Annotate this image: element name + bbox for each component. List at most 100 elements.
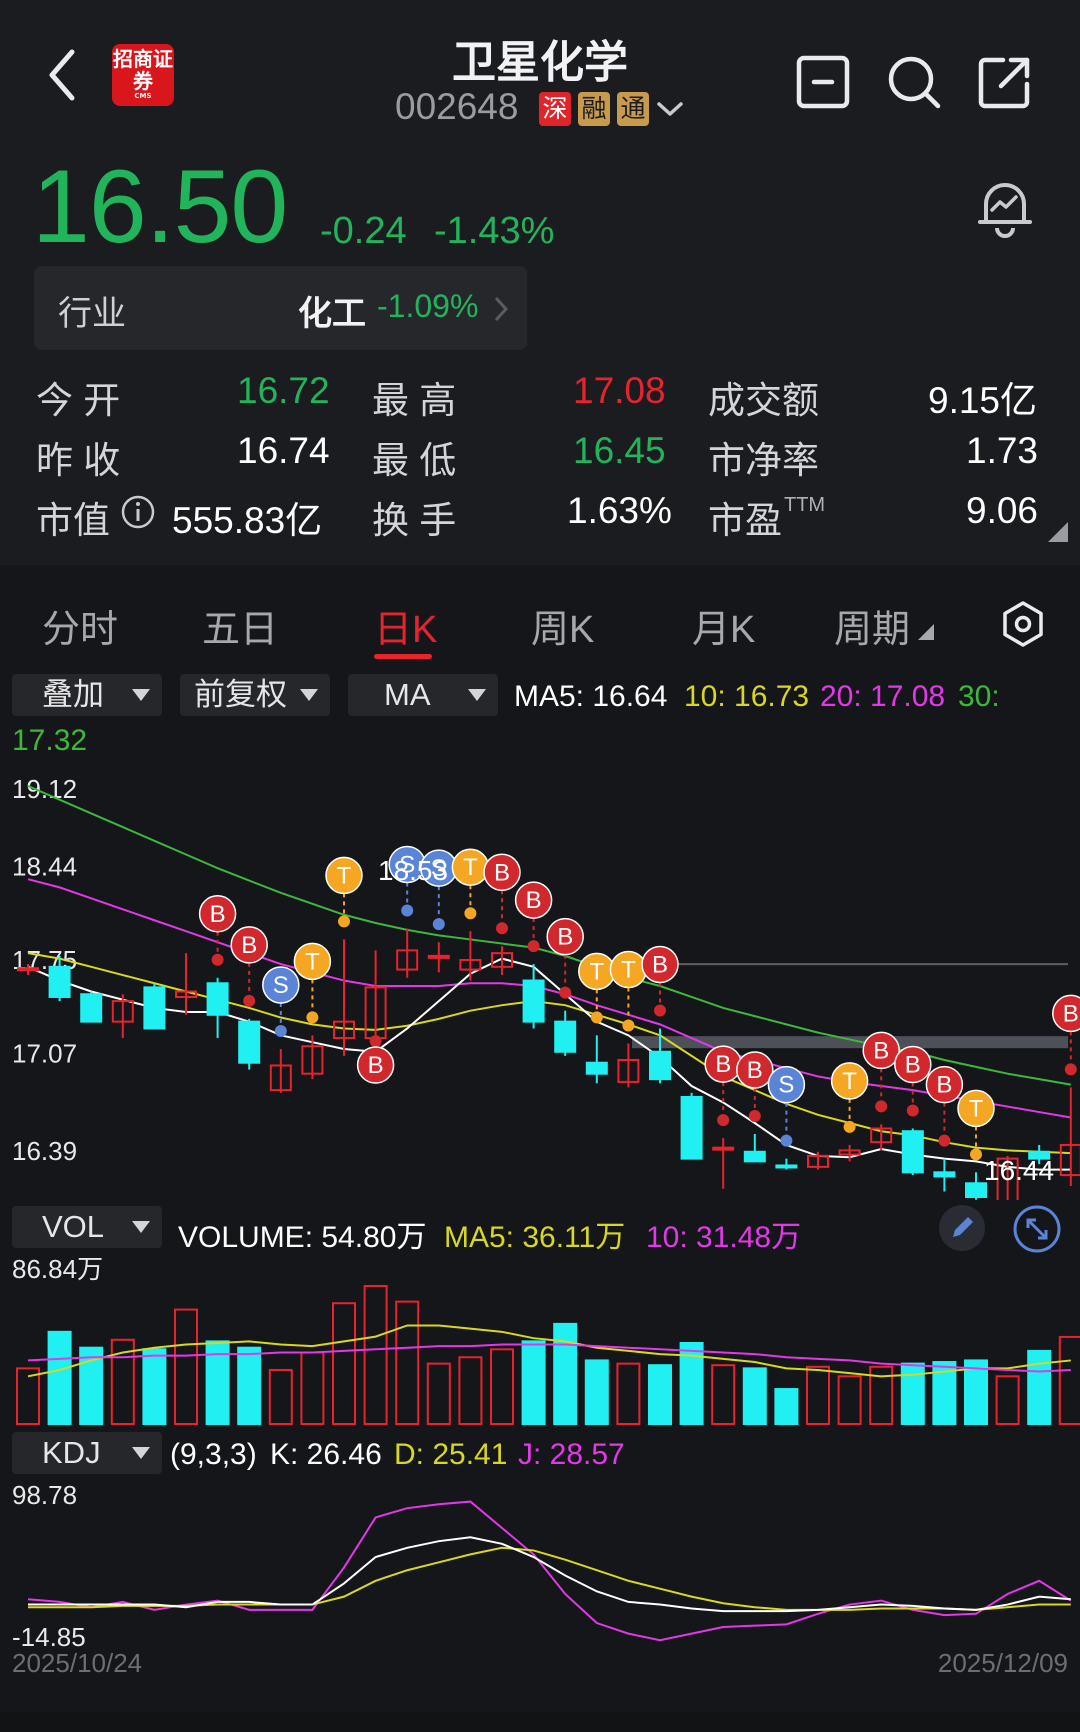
tab-intraday[interactable]: 分时 <box>42 598 118 653</box>
candle-body <box>775 1164 798 1169</box>
industry-row[interactable]: 行业 化工 -1.09% <box>34 266 527 350</box>
caret-down-icon <box>468 689 486 701</box>
signal-dot <box>843 1120 856 1133</box>
industry-label: 行业 <box>58 295 126 333</box>
volume-bar <box>174 1308 198 1425</box>
candle-body <box>965 1182 987 1198</box>
signal-dot <box>306 1011 319 1024</box>
signal-dot <box>590 1011 603 1024</box>
expand-icon[interactable] <box>1012 1204 1062 1254</box>
signal-dot <box>717 1114 730 1127</box>
y-tick-label: 19.12 <box>12 774 77 804</box>
volume-value: VOLUME: 54.80万 <box>178 1221 427 1254</box>
kdj-select[interactable]: KDJ <box>12 1432 162 1474</box>
alert-bell-icon[interactable] <box>972 174 1038 240</box>
volume-chart[interactable]: 86.84万 <box>0 1256 1080 1428</box>
chart-high-label: 18.53 <box>378 855 448 886</box>
adjust-label: 前复权 <box>194 677 287 712</box>
vol-select[interactable]: VOL <box>12 1206 162 1248</box>
adjust-select[interactable]: 前复权 <box>180 674 330 716</box>
volume-bar <box>1058 1335 1080 1425</box>
signal-label: S <box>273 972 289 999</box>
candlestick-chart[interactable]: 19.1218.4417.7517.0716.39BBSTTBS S T BBBT T B… <box>0 770 1080 1200</box>
tag-shen: 深 <box>539 92 571 126</box>
signal-dot <box>1064 1063 1077 1076</box>
pe-ttm-sup: TTM <box>784 494 826 516</box>
signal-label: B <box>747 1057 763 1084</box>
caret-down-icon <box>132 1221 150 1233</box>
tab-weekly-k[interactable]: 周K <box>531 598 594 653</box>
volume-bar <box>837 1375 862 1425</box>
chevron-down-icon[interactable] <box>655 100 685 120</box>
volume-bar <box>142 1348 167 1425</box>
kdj-params: (9,3,3) <box>170 1438 257 1471</box>
share-icon[interactable] <box>975 52 1035 112</box>
signal-dot <box>338 915 350 928</box>
volume-bar <box>458 1356 483 1425</box>
candle-body <box>933 1171 956 1178</box>
info-icon[interactable] <box>120 494 156 530</box>
signal-dot <box>559 986 572 999</box>
signal-label: B <box>557 924 573 951</box>
signal-label: T <box>621 957 636 984</box>
kdj-chart[interactable]: 98.78-14.852025/10/24 2025/12/09 <box>0 1478 1080 1678</box>
overlay-label: 叠加 <box>42 677 104 712</box>
candle-body <box>48 965 71 998</box>
candle-body <box>743 1150 766 1163</box>
pe-value: 9.06 <box>966 490 1039 531</box>
x-start-date: 2025/10/24 <box>12 1648 142 1678</box>
tag-tong: 通 <box>617 92 649 126</box>
candle-body <box>901 1130 924 1174</box>
edit-icon[interactable] <box>938 1204 986 1252</box>
signal-dot <box>496 922 508 935</box>
caret-down-icon <box>132 1447 150 1459</box>
current-price: 16.50 <box>32 149 288 265</box>
candle-body <box>649 1050 671 1081</box>
signal-dot <box>243 994 256 1007</box>
signal-label: B <box>241 932 257 959</box>
candle-body <box>585 1061 608 1075</box>
volume-bar <box>900 1362 925 1425</box>
tab-monthly-k[interactable]: 月K <box>692 598 755 653</box>
chevron-right-icon <box>494 296 509 322</box>
candle-body <box>206 982 229 1016</box>
corner-triangle-icon[interactable] <box>1048 522 1068 542</box>
ma30-value: 17.32 <box>12 724 88 757</box>
signal-dot <box>875 1100 888 1113</box>
signal-dot <box>654 1004 666 1017</box>
volume-bar <box>363 1285 388 1425</box>
tab-daily-k[interactable]: 日K <box>374 598 437 653</box>
overlay-select[interactable]: 叠加 <box>12 674 162 716</box>
tab-period[interactable]: 周期 <box>834 598 910 653</box>
signal-label: B <box>936 1072 952 1099</box>
candle-body <box>17 967 39 972</box>
period-dropdown-icon <box>918 624 934 640</box>
signal-label: T <box>589 958 604 985</box>
low-value: 16.45 <box>573 430 666 471</box>
settings-icon[interactable] <box>1000 600 1046 648</box>
price-change: -0.24 <box>320 210 407 252</box>
caret-down-icon <box>300 689 318 701</box>
signal-dot <box>622 1019 635 1032</box>
signal-label: B <box>873 1037 889 1064</box>
high-value: 17.08 <box>573 370 666 411</box>
signal-label: S <box>778 1072 794 1099</box>
volume-bar <box>16 1367 40 1425</box>
signal-label: T <box>305 948 320 975</box>
y-tick-label: 16.39 <box>12 1136 77 1166</box>
broker-logo-sub: CMS <box>134 92 152 100</box>
indicator-select[interactable]: MA <box>348 674 498 716</box>
prev-close-label: 昨 收 <box>36 440 121 481</box>
candle-body <box>554 1020 577 1053</box>
industry-name: 化工 <box>298 295 366 333</box>
signal-label: B <box>715 1051 731 1078</box>
price-change-pct: -1.43% <box>434 210 555 252</box>
tab-five-day[interactable]: 五日 <box>202 598 278 653</box>
open-label: 今 开 <box>36 380 121 421</box>
search-icon[interactable] <box>884 52 944 112</box>
signal-label: T <box>337 862 352 889</box>
low-label: 最 低 <box>372 440 457 481</box>
vol-label: VOL <box>42 1209 105 1244</box>
stock-code: 002648 <box>395 86 519 127</box>
minus-box-icon[interactable] <box>793 52 853 112</box>
